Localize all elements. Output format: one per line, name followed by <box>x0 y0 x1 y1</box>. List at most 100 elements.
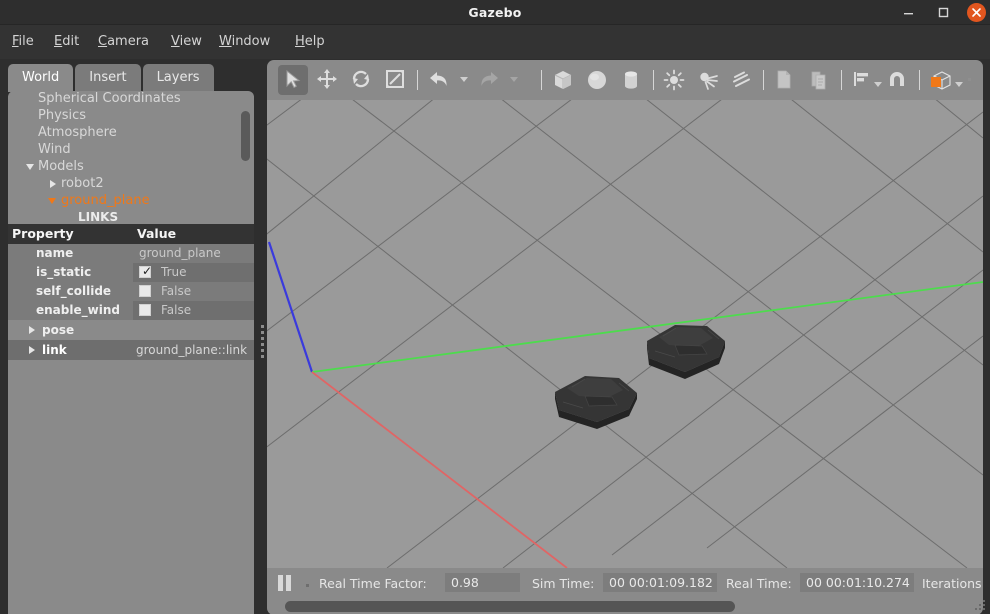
menu-file[interactable]: File <box>4 25 42 59</box>
tree-vertical-scrollbar[interactable] <box>241 111 250 161</box>
insert-box-button[interactable] <box>548 65 578 95</box>
insert-sphere-button[interactable] <box>582 65 612 95</box>
panel-tabs: World Insert Layers <box>8 64 216 92</box>
maximize-button[interactable] <box>935 4 952 21</box>
tree-item-links: LINKS <box>8 209 254 223</box>
chevron-down-icon[interactable] <box>48 198 56 204</box>
real-time-factor-label: Real Time Factor: <box>319 576 427 591</box>
world-panel-body: Scene Spherical Coordinates Physics Atmo… <box>8 91 254 614</box>
tree-item-wind-label: Wind <box>38 142 71 157</box>
title-bar: Gazebo <box>0 0 990 25</box>
real-time-label: Real Time: <box>726 576 792 591</box>
iterations-label: Iterations <box>922 576 982 591</box>
translate-mode-button[interactable] <box>312 65 342 95</box>
table-row[interactable]: link ground_plane::link <box>8 340 254 360</box>
render-area: Real Time Factor: 0.98 Sim Time: 00 00:0… <box>267 60 983 614</box>
chevron-down-icon[interactable] <box>26 164 34 170</box>
undo-dropdown-caret-icon[interactable] <box>460 77 468 82</box>
view-mode-dropdown-caret-icon[interactable] <box>955 82 963 87</box>
table-row[interactable]: enable_wind False <box>8 301 254 320</box>
point-light-button[interactable] <box>659 65 689 95</box>
insert-cylinder-button[interactable] <box>616 65 646 95</box>
property-value-name: ground_plane <box>139 246 221 260</box>
3d-viewport[interactable] <box>267 100 983 568</box>
select-mode-button[interactable] <box>278 65 308 95</box>
menu-help[interactable]: Help <box>287 25 333 59</box>
sim-time-value: 00 00:01:09.182 <box>603 573 717 592</box>
column-header-property: Property <box>12 226 74 241</box>
gazebo-window: Gazebo File Edit Camera View Window Help… <box>0 0 990 614</box>
view-mode-button[interactable] <box>926 65 956 95</box>
left-panel: World Insert Layers Scene Spherical Coor… <box>0 59 262 614</box>
real-time-factor-value: 0.98 <box>445 573 520 592</box>
menu-view[interactable]: View <box>163 25 210 59</box>
table-row[interactable]: self_collide False <box>8 282 254 301</box>
menu-edit[interactable]: Edit <box>46 25 87 59</box>
undo-button[interactable] <box>424 65 454 95</box>
redo-button[interactable] <box>474 65 504 95</box>
tree-item-physics[interactable]: Physics <box>8 107 254 124</box>
scale-mode-button[interactable] <box>380 65 410 95</box>
property-name-self-collide: self_collide <box>36 284 112 298</box>
column-header-value: Value <box>137 226 177 241</box>
tree-item-ground-plane-label: ground_plane <box>61 193 150 208</box>
horizontal-scrollbar-thumb[interactable] <box>285 601 735 612</box>
tab-world[interactable]: World <box>8 64 74 92</box>
property-name-name: name <box>36 246 74 260</box>
directional-light-button[interactable] <box>727 65 757 95</box>
toolbar-overflow-button[interactable] <box>965 65 975 95</box>
close-button[interactable] <box>967 3 986 22</box>
table-row[interactable]: name ground_plane <box>8 244 254 263</box>
splitter-grip-icon <box>261 325 264 359</box>
tree-item-wind[interactable]: Wind <box>8 141 254 158</box>
minimize-button[interactable] <box>900 4 917 21</box>
property-value-is-static: True <box>161 265 187 279</box>
resize-grip-icon[interactable] <box>975 600 987 612</box>
property-name-link: link <box>42 343 67 357</box>
property-value-pose <box>133 320 254 340</box>
rotate-mode-button[interactable] <box>346 65 376 95</box>
property-value-enable-wind: False <box>161 303 192 317</box>
tab-layers[interactable]: Layers <box>142 64 214 92</box>
align-button[interactable] <box>848 65 878 95</box>
pause-button[interactable] <box>275 572 297 594</box>
menu-camera[interactable]: Camera <box>90 25 157 59</box>
render-toolbar <box>267 60 983 100</box>
window-title: Gazebo <box>468 5 522 20</box>
property-name-pose: pose <box>42 323 75 337</box>
paste-button[interactable] <box>804 65 834 95</box>
menu-bar: File Edit Camera View Window Help <box>0 25 990 59</box>
chevron-right-icon[interactable] <box>50 180 56 188</box>
tab-insert[interactable]: Insert <box>75 64 141 92</box>
redo-dropdown-caret-icon[interactable] <box>510 77 518 82</box>
table-row[interactable]: is_static ✓ True <box>8 263 254 282</box>
snap-button[interactable] <box>882 65 912 95</box>
table-row[interactable]: pose <box>8 320 254 340</box>
status-bar: Real Time Factor: 0.98 Sim Time: 00 00:0… <box>267 568 983 598</box>
tree-item-physics-label: Physics <box>38 108 87 123</box>
tree-item-models-label: Models <box>38 159 84 174</box>
real-time-value: 00 00:01:10.274 <box>800 573 914 592</box>
tree-item-models[interactable]: Models <box>8 158 254 175</box>
sim-time-label: Sim Time: <box>532 576 595 591</box>
spot-light-button[interactable] <box>693 65 723 95</box>
property-value-link: ground_plane::link <box>136 343 248 357</box>
tree-item-robot2-label: robot2 <box>61 176 104 191</box>
property-name-is-static: is_static <box>36 265 92 279</box>
tree-item-robot2[interactable]: robot2 <box>8 175 254 192</box>
property-table-header: Property Value <box>8 224 254 244</box>
tree-item-spherical-coordinates-label: Spherical Coordinates <box>38 91 181 106</box>
status-separator-dot <box>306 584 309 587</box>
tree-item-spherical-coordinates[interactable]: Spherical Coordinates <box>8 91 254 107</box>
property-table: Property Value name ground_plane is_stat… <box>8 224 254 360</box>
menu-window[interactable]: Window <box>211 25 278 59</box>
tree-item-atmosphere-label: Atmosphere <box>38 125 117 140</box>
tree-item-atmosphere[interactable]: Atmosphere <box>8 124 254 141</box>
align-dropdown-caret-icon[interactable] <box>874 82 882 87</box>
copy-button[interactable] <box>770 65 800 95</box>
tree-item-ground-plane[interactable]: ground_plane <box>8 192 254 209</box>
property-name-enable-wind: enable_wind <box>36 303 120 317</box>
tree-item-links-label: LINKS <box>78 210 119 223</box>
property-value-self-collide: False <box>161 284 192 298</box>
world-tree[interactable]: Scene Spherical Coordinates Physics Atmo… <box>8 91 254 223</box>
